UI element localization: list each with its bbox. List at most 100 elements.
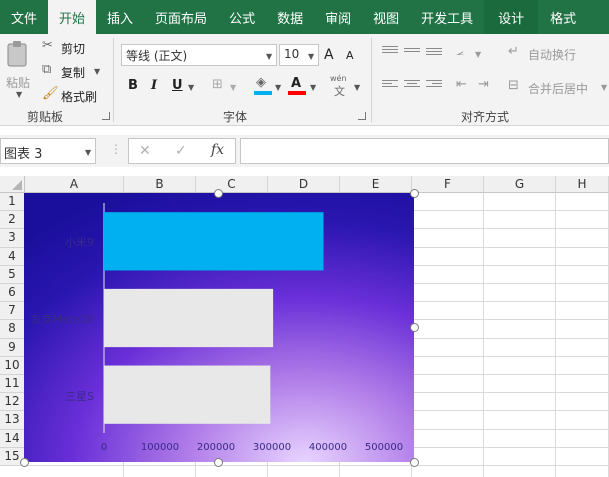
row-header-13[interactable]: 13 bbox=[0, 411, 25, 430]
wrap-text-button[interactable]: ↵ 自动换行 bbox=[508, 44, 598, 63]
format-painter-button[interactable]: 🖌 格式刷 bbox=[42, 86, 102, 105]
x-tick-label-2: 200000 bbox=[196, 442, 236, 453]
clipboard-icon bbox=[7, 41, 27, 67]
name-box-dropdown-icon[interactable]: ▼ bbox=[85, 148, 91, 157]
row-header-8[interactable]: 8 bbox=[0, 320, 25, 339]
select-all-corner[interactable] bbox=[0, 176, 25, 193]
chart-resize-handle-bottom-left[interactable] bbox=[20, 458, 29, 467]
row-header-2[interactable]: 2 bbox=[0, 211, 25, 229]
bar-0[interactable] bbox=[104, 212, 324, 271]
underline-dropdown-icon[interactable]: ▼ bbox=[188, 83, 194, 92]
decrease-indent-icon[interactable]: ⇤ bbox=[456, 78, 467, 92]
tab-file[interactable]: 文件 bbox=[0, 0, 48, 34]
tab-home[interactable]: 开始 bbox=[48, 0, 97, 34]
row-header-5[interactable]: 5 bbox=[0, 266, 25, 284]
underline-button[interactable]: U bbox=[172, 78, 183, 93]
row-header-11[interactable]: 11 bbox=[0, 375, 25, 393]
fill-color-dropdown-icon[interactable]: ▼ bbox=[275, 83, 281, 92]
ribbon-tab-bar: 文件 开始 插入 页面布局 公式 数据 审阅 视图 开发工具 设计 格式 bbox=[0, 0, 609, 34]
tab-page-layout[interactable]: 页面布局 bbox=[144, 0, 218, 34]
column-header-g[interactable]: G bbox=[484, 176, 556, 193]
row-header-14[interactable]: 14 bbox=[0, 430, 25, 448]
chart-resize-handle-top-right[interactable] bbox=[410, 189, 419, 198]
enter-icon[interactable]: ✓ bbox=[175, 143, 187, 159]
italic-button[interactable]: I bbox=[151, 78, 157, 93]
column-header-h[interactable]: H bbox=[556, 176, 609, 193]
chart-resize-handle-right[interactable] bbox=[410, 323, 419, 332]
align-right-icon[interactable] bbox=[426, 80, 442, 92]
name-box[interactable]: 图表 3 ▼ bbox=[0, 138, 96, 164]
grid-column-line bbox=[555, 193, 556, 477]
clipboard-launcher-icon[interactable] bbox=[102, 112, 110, 120]
column-header-b[interactable]: B bbox=[124, 176, 196, 193]
tab-data[interactable]: 数据 bbox=[266, 0, 314, 34]
row-header-3[interactable]: 3 bbox=[0, 229, 25, 248]
tab-developer[interactable]: 开发工具 bbox=[410, 0, 484, 34]
shrink-font-button[interactable]: A bbox=[346, 49, 354, 62]
font-launcher-icon[interactable] bbox=[358, 112, 366, 120]
copy-dropdown-icon[interactable]: ▼ bbox=[94, 67, 100, 76]
merge-dropdown-icon[interactable]: ▼ bbox=[601, 83, 607, 92]
category-label-2: 三星S bbox=[65, 389, 94, 403]
group-divider bbox=[113, 38, 114, 122]
tab-insert[interactable]: 插入 bbox=[96, 0, 144, 34]
tab-formulas[interactable]: 公式 bbox=[218, 0, 266, 34]
formula-input[interactable] bbox=[240, 138, 609, 164]
tab-format[interactable]: 格式 bbox=[538, 0, 588, 34]
paste-button[interactable]: 粘贴 ▼ bbox=[4, 38, 32, 99]
grow-font-button[interactable]: A bbox=[324, 47, 334, 63]
bar-1[interactable] bbox=[104, 288, 274, 348]
tab-view[interactable]: 视图 bbox=[362, 0, 410, 34]
merge-center-label: 合并后居中 bbox=[528, 82, 589, 96]
row-header-12[interactable]: 12 bbox=[0, 393, 25, 411]
font-name-select[interactable]: 等线 (正文) bbox=[121, 44, 277, 66]
align-middle-icon[interactable] bbox=[404, 48, 420, 60]
x-tick-label-5: 500000 bbox=[364, 442, 404, 453]
borders-dropdown-icon[interactable]: ▼ bbox=[230, 83, 236, 92]
align-left-icon[interactable] bbox=[382, 80, 398, 92]
align-bottom-icon[interactable] bbox=[426, 48, 442, 60]
increase-indent-icon[interactable]: ⇥ bbox=[478, 78, 489, 92]
font-color-button[interactable]: A bbox=[288, 76, 306, 96]
bar-chart[interactable]: 小米9 友商Mate20 三星S 0 100000 200000 300000 400000 5… bbox=[24, 193, 414, 462]
bar-2[interactable] bbox=[104, 365, 271, 424]
orientation-dropdown-icon[interactable]: ▼ bbox=[475, 50, 481, 59]
column-header-a[interactable]: A bbox=[25, 176, 124, 193]
align-center-icon[interactable] bbox=[404, 80, 420, 92]
align-top-icon[interactable] bbox=[382, 46, 398, 58]
column-header-f[interactable]: F bbox=[412, 176, 484, 193]
chart-resize-handle-bottom[interactable] bbox=[214, 458, 223, 467]
insert-function-icon[interactable]: fx bbox=[211, 142, 224, 158]
orientation-icon[interactable]: ⦟ bbox=[456, 45, 464, 59]
row-header-10[interactable]: 10 bbox=[0, 357, 25, 375]
wrap-text-icon: ↵ bbox=[508, 44, 519, 59]
copy-button[interactable]: ⧉ 复制 ▼ bbox=[42, 62, 104, 81]
row-header-1[interactable]: 1 bbox=[0, 193, 25, 211]
row-header-4[interactable]: 4 bbox=[0, 248, 25, 266]
row-header-7[interactable]: 7 bbox=[0, 302, 25, 320]
font-size-dropdown-icon[interactable]: ▼ bbox=[308, 52, 314, 61]
row-header-9[interactable]: 9 bbox=[0, 339, 25, 357]
borders-icon[interactable]: ⊞ bbox=[212, 78, 223, 92]
row-header-6[interactable]: 6 bbox=[0, 284, 25, 302]
merge-center-button[interactable]: ⊟ 合并后居中 ▼ bbox=[508, 78, 609, 97]
column-header-c[interactable]: C bbox=[196, 176, 268, 193]
select-all-triangle-icon bbox=[12, 180, 22, 190]
font-name-dropdown-icon[interactable]: ▼ bbox=[266, 52, 272, 61]
tab-design[interactable]: 设计 bbox=[484, 0, 539, 34]
column-header-e[interactable]: E bbox=[340, 176, 412, 193]
chart-resize-handle-bottom-right[interactable] bbox=[410, 458, 419, 467]
paste-dropdown-icon[interactable]: ▼ bbox=[16, 90, 22, 99]
font-color-dropdown-icon[interactable]: ▼ bbox=[310, 83, 316, 92]
tab-review[interactable]: 审阅 bbox=[314, 0, 362, 34]
phonetic-bottom: 文 bbox=[334, 85, 345, 98]
cut-button[interactable]: ✂ 剪切 bbox=[42, 38, 90, 57]
column-header-d[interactable]: D bbox=[268, 176, 340, 193]
bold-button[interactable]: B bbox=[128, 78, 138, 93]
phonetic-button[interactable]: wén 文 bbox=[330, 74, 352, 98]
chart-resize-handle-top[interactable] bbox=[214, 189, 223, 198]
fill-color-button[interactable]: ◈ bbox=[254, 76, 272, 96]
cut-label: 剪切 bbox=[61, 42, 86, 56]
cancel-icon[interactable]: ✕ bbox=[139, 143, 151, 159]
phonetic-dropdown-icon[interactable]: ▼ bbox=[354, 83, 360, 92]
